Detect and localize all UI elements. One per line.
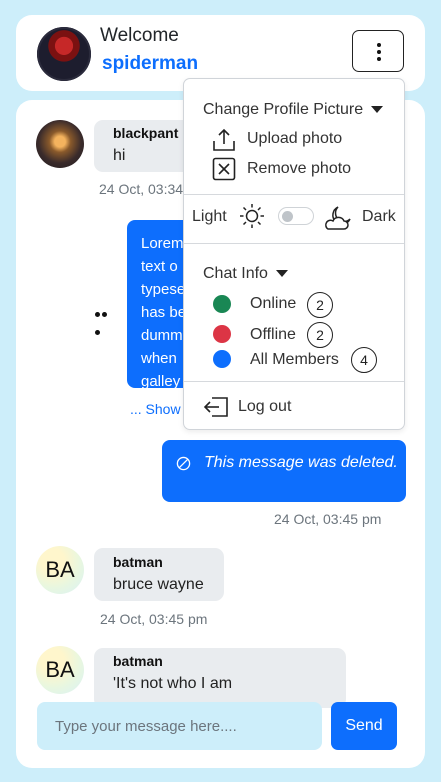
all-members-label: All Members xyxy=(250,351,339,368)
show-more-link[interactable]: ... Show xyxy=(130,401,181,417)
message-text: hi xyxy=(113,147,126,164)
offline-count: 2 xyxy=(307,322,333,348)
theme-toggle[interactable] xyxy=(278,207,314,225)
send-button[interactable]: Send xyxy=(331,702,397,750)
chat-info-toggle[interactable]: Chat Info xyxy=(203,265,288,283)
dark-label: Dark xyxy=(362,208,396,225)
divider xyxy=(184,243,404,244)
logout-item[interactable]: Log out xyxy=(238,398,291,416)
sender-avatar[interactable]: BA xyxy=(36,546,84,594)
sender-name: blackpant xyxy=(113,125,179,141)
online-status-dot xyxy=(213,295,231,313)
message-input-wrapper xyxy=(37,702,322,750)
message-text: 'It's not who I am xyxy=(113,675,233,692)
all-members-count: 4 xyxy=(351,347,377,373)
online-count: 2 xyxy=(307,292,333,318)
sender-name: batman xyxy=(113,554,163,570)
caret-down-icon xyxy=(371,106,384,114)
message-text: bruce wayne xyxy=(113,576,204,593)
moon-cloud-icon xyxy=(325,206,351,230)
remove-icon xyxy=(212,157,236,181)
change-profile-picture-toggle[interactable]: Change Profile Picture xyxy=(203,101,384,119)
options-menu-button[interactable] xyxy=(352,30,404,72)
options-dropdown: Change Profile Picture Upload photo Remo… xyxy=(183,78,405,430)
user-avatar[interactable] xyxy=(37,27,91,81)
upload-icon xyxy=(213,128,235,151)
caret-down-icon xyxy=(275,270,288,278)
message-text: Lorem text o typese has be dumm when gal… xyxy=(141,235,187,390)
sender-avatar[interactable] xyxy=(36,120,84,168)
message-time: 24 Oct, 03:45 pm xyxy=(274,511,382,527)
message-input[interactable] xyxy=(37,702,322,750)
divider xyxy=(184,381,404,382)
deleted-message-bubble: This message was deleted. xyxy=(162,440,406,502)
message-time: 24 Oct, 03:34 xyxy=(99,181,184,197)
vertical-dots-icon xyxy=(377,43,381,64)
logout-icon xyxy=(203,397,228,417)
online-label: Online xyxy=(250,295,297,312)
sender-avatar[interactable]: BA xyxy=(36,646,84,694)
light-label: Light xyxy=(192,208,227,225)
divider xyxy=(184,194,404,195)
sender-name: batman xyxy=(113,653,163,669)
message-time: 24 Oct, 03:45 pm xyxy=(100,611,208,627)
message-bubble: batman 'It's not who I am xyxy=(94,648,346,708)
sun-icon xyxy=(240,204,264,228)
message-options-icon[interactable] xyxy=(95,304,115,335)
blocked-icon xyxy=(176,456,191,471)
all-members-status-dot xyxy=(213,350,231,368)
message-bubble: batman bruce wayne xyxy=(94,548,224,601)
offline-label: Offline xyxy=(250,326,296,343)
username[interactable]: spiderman xyxy=(102,53,198,75)
welcome-label: Welcome xyxy=(100,25,179,46)
message-bubble: blackpant hi xyxy=(94,120,194,172)
deleted-message-text: This message was deleted. xyxy=(204,454,398,471)
upload-photo-item[interactable]: Upload photo xyxy=(247,130,342,148)
offline-status-dot xyxy=(213,325,231,343)
remove-photo-item[interactable]: Remove photo xyxy=(247,160,351,178)
